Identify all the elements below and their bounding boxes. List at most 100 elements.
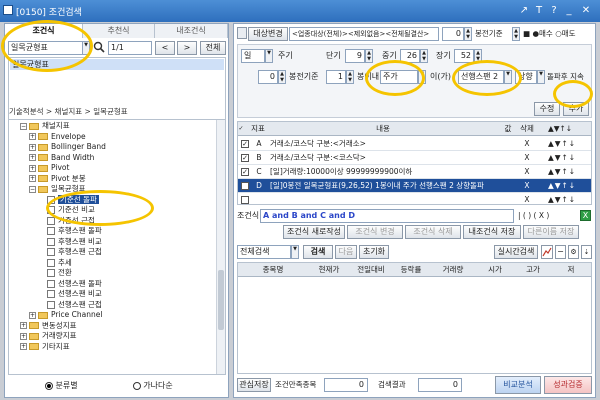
long-spin-icon[interactable]: ▲ ▼ [474, 49, 482, 63]
direction-dropdown-icon[interactable]: ▼ [537, 70, 545, 84]
row-checkbox[interactable] [241, 196, 249, 204]
direction-select[interactable]: 상향 [515, 70, 537, 84]
radio-category-label[interactable]: 분류별 [56, 381, 78, 390]
condition-row[interactable]: ✓ D [일]0봉전 일목균형표(9,26,52) 1봉이내 주가 선행스팬 2 상… [238, 179, 591, 193]
minus-icon[interactable]: − [555, 245, 566, 259]
help-icon[interactable]: ? [548, 4, 560, 17]
tree-item[interactable]: 선행스팬 돌파 [9, 279, 225, 290]
price-dropdown-icon[interactable]: ▼ [418, 70, 426, 84]
result-column-header[interactable]: 시가 [476, 263, 514, 277]
list-item[interactable]: 일목균형표 [10, 59, 224, 70]
download-icon[interactable]: ⇣ [581, 245, 592, 259]
new-condition-button[interactable]: 조건식 새로작성 [283, 225, 345, 239]
result-column-header[interactable]: 등락률 [392, 263, 430, 277]
excel-icon[interactable]: X [580, 210, 591, 221]
prev-button[interactable]: < [155, 41, 175, 55]
edit-button[interactable]: 수정 [534, 102, 560, 116]
condition-row[interactable]: ✓ A 거래소/코스닥 구분:<거래소> X ▲▼↑↓ [238, 137, 591, 151]
expand-icon[interactable]: + [29, 154, 36, 161]
tree-item[interactable]: + 거래량지표 [9, 331, 225, 342]
font-size-icon[interactable]: T [533, 4, 545, 17]
search-input[interactable]: 일목균형표 [8, 41, 83, 55]
tree-item[interactable]: 추세 [9, 258, 225, 269]
expand-icon[interactable]: + [20, 332, 27, 340]
formula-operators[interactable]: | ( ) ( X ) [518, 209, 549, 223]
scope-dropdown-icon[interactable]: ▼ [291, 245, 299, 259]
price-select[interactable]: 주가 [380, 70, 418, 84]
bar-offset-input[interactable]: 0 [442, 27, 464, 41]
search-button[interactable]: 검색 [303, 245, 333, 259]
period-select[interactable]: 일 [241, 49, 265, 63]
realtime-search-button[interactable]: 실시간검색 [494, 245, 538, 259]
tree-item[interactable]: + Pivot [9, 163, 225, 174]
condition-row[interactable]: ✓ C [일]거래량:10000이상 99999999900이하 X ▲▼↑↓ [238, 165, 591, 179]
tree-item[interactable]: 전환 [9, 268, 225, 279]
formula-input[interactable]: A and B and C and D [260, 209, 514, 223]
dropdown-arrow-icon[interactable]: ▼ [82, 41, 90, 55]
tab-my-conditions[interactable]: 내조건식 [155, 24, 228, 38]
short-input[interactable]: 9 [345, 49, 365, 63]
save-as-button[interactable]: 다른이름 저장 [523, 225, 579, 239]
result-column-header[interactable]: 현재가 [308, 263, 350, 277]
header-checkbox-icon[interactable]: ✓ [238, 122, 244, 136]
mid-spin-icon[interactable]: ▲ ▼ [420, 49, 428, 63]
change-target-button[interactable]: 대상변경 [248, 27, 288, 41]
tree-item[interactable]: + 기타지표 [9, 342, 225, 353]
row-checkbox[interactable]: ✓ [241, 140, 249, 148]
row-checkbox[interactable]: ✓ [241, 182, 249, 190]
tree-item[interactable]: + Pivot 분봉 [9, 174, 225, 185]
result-column-header[interactable]: 전일대비 [350, 263, 392, 277]
chart-icon[interactable] [541, 245, 553, 259]
buy-sell-option[interactable]: ■ ●매수 ○매도 [523, 27, 576, 41]
collapse-icon[interactable]: − [20, 122, 27, 130]
scrollbar-thumb[interactable] [218, 270, 224, 330]
radio-alphabetical-label[interactable]: 가나다순 [143, 381, 172, 390]
tree-item[interactable]: 선행스팬 근접 [9, 300, 225, 311]
tree-item[interactable]: − 일목균형표 [9, 184, 225, 195]
compare-button[interactable]: 비교분석 [495, 376, 541, 394]
long-input[interactable]: 52 [454, 49, 474, 63]
tree-item[interactable]: 기준선 근접 [9, 216, 225, 227]
base-bar-input[interactable]: 0 [258, 70, 278, 84]
condition-row[interactable]: X ▲▼↑↓ [238, 193, 591, 204]
condition-row[interactable]: ✓ B 거래소/코스닥 구분:<코스닥> X ▲▼↑↓ [238, 151, 591, 165]
expand-icon[interactable]: + [20, 343, 27, 350]
row-delete-button[interactable]: X [520, 137, 534, 150]
tree-item[interactable]: + Envelope [9, 132, 225, 143]
verify-button[interactable]: 성과검증 [544, 376, 592, 394]
within-bar-input[interactable]: 1 [326, 70, 346, 84]
span-dropdown-icon[interactable]: ▼ [504, 70, 512, 84]
tree-item[interactable]: 기준선 비교 [9, 205, 225, 216]
search-icon[interactable] [93, 40, 105, 54]
pin-icon[interactable]: ↗ [518, 4, 530, 17]
tab-condition[interactable]: 조건식 [5, 24, 83, 38]
row-delete-button[interactable]: X [520, 179, 534, 192]
row-order-buttons[interactable]: ▲▼↑↓ [540, 165, 584, 178]
tree-item[interactable]: 선행스팬 비교 [9, 289, 225, 300]
all-button[interactable]: 전체 [200, 41, 226, 55]
close-button[interactable]: ✕ [580, 4, 592, 17]
radio-category-icon[interactable] [45, 381, 53, 390]
expand-icon[interactable]: + [29, 143, 36, 151]
tree-item[interactable]: 기준선 돌파 [9, 194, 225, 206]
scope-select[interactable]: 전체검색 [237, 245, 291, 259]
row-checkbox[interactable]: ✓ [241, 168, 249, 176]
minimize-button[interactable]: _ [563, 4, 575, 17]
base-spin-icon[interactable]: ▲ ▼ [512, 27, 520, 41]
row-order-buttons[interactable]: ▲▼↑↓ [540, 193, 584, 204]
span-select[interactable]: 선행스팬 2 [458, 70, 504, 84]
expand-icon[interactable]: + [29, 164, 36, 172]
base-bar-spin-icon[interactable]: ▲ ▼ [278, 70, 286, 84]
result-column-header[interactable]: 거래량 [430, 263, 476, 277]
tree-item[interactable]: 후행스팬 돌파 [9, 226, 225, 237]
row-delete-button[interactable]: X [520, 193, 534, 204]
save-interest-button[interactable]: 관심저장 [237, 378, 271, 392]
tree-item[interactable]: + 변동성지표 [9, 321, 225, 332]
tree-item[interactable]: 후행스팬 비교 [9, 237, 225, 248]
result-column-header[interactable]: 종목명 [238, 263, 308, 277]
tree-item[interactable]: 후행스팬 근접 [9, 247, 225, 258]
result-column-header[interactable]: 저 [552, 263, 590, 277]
expand-icon[interactable]: + [20, 322, 27, 329]
row-delete-button[interactable]: X [520, 151, 534, 164]
period-dropdown-icon[interactable]: ▼ [265, 49, 273, 63]
